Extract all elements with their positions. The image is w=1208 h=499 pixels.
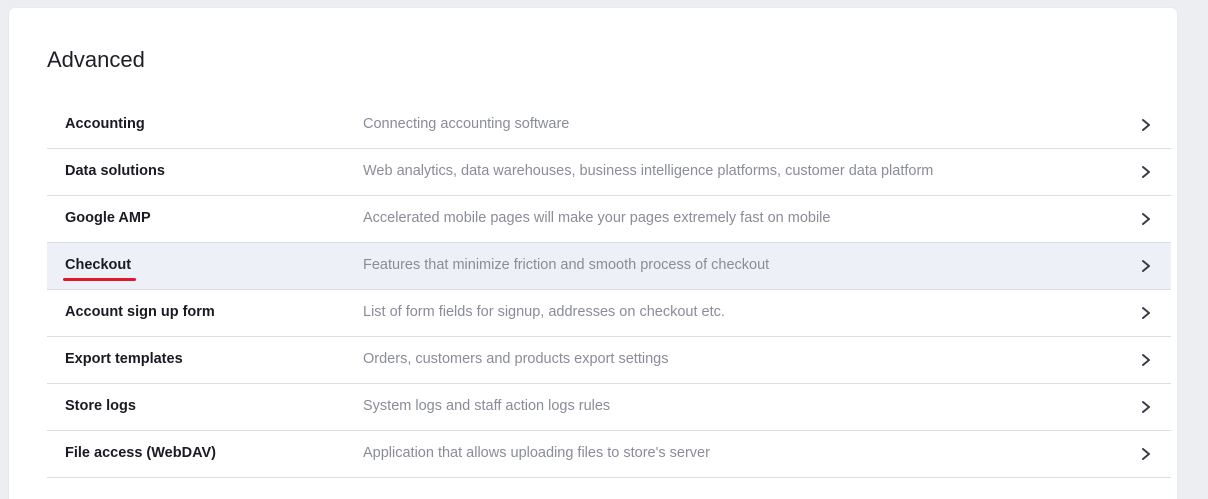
red-underline-annotation bbox=[63, 278, 136, 281]
row-name: Export templates bbox=[65, 351, 183, 367]
row-description: List of form fields for signup, addresse… bbox=[363, 304, 725, 320]
settings-row-store-logs[interactable]: Store logs System logs and staff action … bbox=[47, 384, 1171, 431]
row-name: File access (WebDAV) bbox=[65, 445, 216, 461]
section-title: Advanced bbox=[47, 47, 145, 72]
chevron-right-icon bbox=[1142, 213, 1150, 225]
chevron-right-icon bbox=[1142, 260, 1150, 272]
chevron-right-icon bbox=[1142, 401, 1150, 413]
settings-row-data-solutions[interactable]: Data solutions Web analytics, data wareh… bbox=[47, 149, 1171, 196]
settings-row-accounting[interactable]: Accounting Connecting accounting softwar… bbox=[47, 102, 1171, 149]
row-description: Features that minimize friction and smoo… bbox=[363, 257, 770, 273]
chevron-right-icon bbox=[1142, 307, 1150, 319]
row-name: Account sign up form bbox=[65, 304, 215, 320]
settings-row-checkout[interactable]: Checkout Features that minimize friction… bbox=[47, 243, 1171, 290]
row-name: Checkout bbox=[65, 257, 132, 273]
settings-row-google-amp[interactable]: Google AMP Accelerated mobile pages will… bbox=[47, 196, 1171, 243]
row-description: Connecting accounting software bbox=[363, 116, 570, 132]
chevron-right-icon bbox=[1142, 166, 1150, 178]
row-description: Web analytics, data warehouses, business… bbox=[363, 163, 934, 179]
row-name: Google AMP bbox=[65, 210, 151, 226]
settings-row-account-sign-up-form[interactable]: Account sign up form List of form fields… bbox=[47, 290, 1171, 337]
chevron-right-icon bbox=[1142, 448, 1150, 460]
settings-row-file-access-webdav[interactable]: File access (WebDAV) Application that al… bbox=[47, 431, 1171, 478]
row-name: Data solutions bbox=[65, 163, 165, 179]
chevron-right-icon bbox=[1142, 119, 1150, 131]
row-description: Application that allows uploading files … bbox=[363, 445, 710, 461]
row-name: Accounting bbox=[65, 116, 145, 132]
settings-list: Accounting Connecting accounting softwar… bbox=[47, 102, 1171, 478]
settings-card: Advanced Accounting Connecting accountin… bbox=[9, 8, 1177, 499]
row-description: System logs and staff action logs rules bbox=[363, 398, 611, 414]
chevron-right-icon bbox=[1142, 354, 1150, 366]
row-description: Accelerated mobile pages will make your … bbox=[363, 210, 831, 226]
row-name: Store logs bbox=[65, 398, 136, 414]
row-description: Orders, customers and products export se… bbox=[363, 351, 669, 367]
page: Advanced Accounting Connecting accountin… bbox=[0, 0, 1208, 499]
settings-row-export-templates[interactable]: Export templates Orders, customers and p… bbox=[47, 337, 1171, 384]
